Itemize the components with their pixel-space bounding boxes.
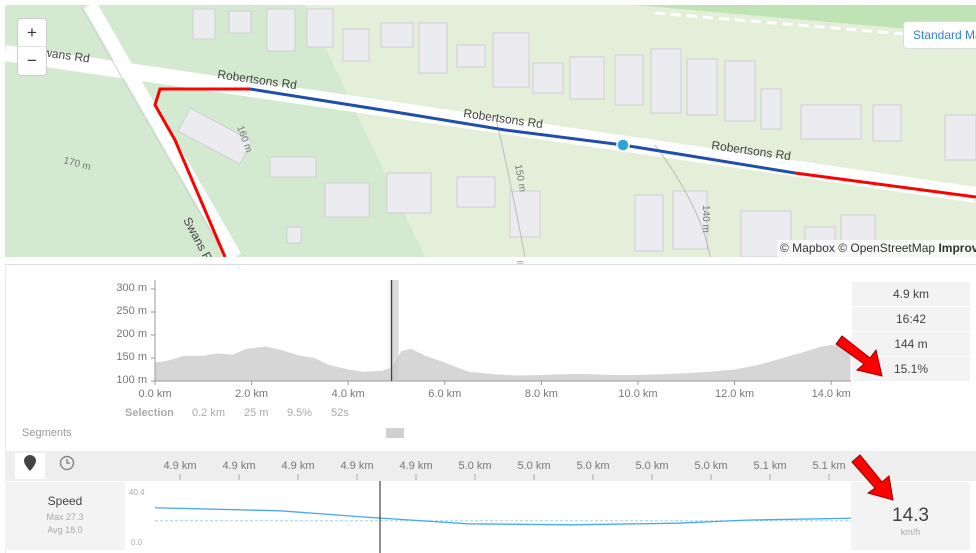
x-tick-label: 12.0 km bbox=[715, 388, 755, 400]
x-tick-label: 10.0 km bbox=[618, 388, 658, 400]
km-tick-label: 5.0 km bbox=[576, 460, 610, 472]
km-tick-label: 4.9 km bbox=[222, 460, 256, 472]
selection-band[interactable] bbox=[389, 280, 399, 381]
km-tick-label: 4.9 km bbox=[281, 460, 315, 472]
speed-chart[interactable] bbox=[0, 481, 976, 553]
zoom-out-button[interactable]: − bbox=[18, 47, 46, 75]
km-tick-label: 4.9 km bbox=[340, 460, 374, 472]
x-tick-label: 14.0 km bbox=[811, 388, 851, 400]
y-tick-label: 250 m bbox=[116, 305, 147, 317]
map[interactable]: Swans Rd Robertsons Rd Robertsons Rd Rob… bbox=[5, 5, 976, 257]
map-canvas[interactable]: Swans Rd Robertsons Rd Robertsons Rd Rob… bbox=[5, 5, 976, 257]
selection-gain: 25 m bbox=[244, 407, 269, 419]
km-tick-label: 5.0 km bbox=[635, 460, 669, 472]
km-tick-label: 5.0 km bbox=[694, 460, 728, 472]
x-tick-label: 8.0 km bbox=[524, 388, 558, 400]
y-tick-label: 100 m bbox=[116, 374, 147, 386]
km-tick-label: 5.1 km bbox=[753, 460, 787, 472]
map-attribution: © Mapbox © OpenStreetMap Improve this ma… bbox=[777, 240, 976, 257]
speed-ymin: 0.0 bbox=[131, 538, 143, 547]
selection-grade: 9.5% bbox=[287, 407, 313, 419]
segment-marker[interactable] bbox=[386, 428, 404, 438]
attribution-text: © Mapbox © OpenStreetMap bbox=[780, 241, 936, 255]
y-tick-label: 150 m bbox=[116, 351, 147, 363]
speed-plot-bg bbox=[125, 482, 851, 548]
selection-distance: 0.2 km bbox=[192, 407, 226, 419]
x-tick-label: 0.0 km bbox=[138, 388, 172, 400]
segments-label: Segments bbox=[22, 427, 72, 439]
stat-value: 15.1% bbox=[852, 357, 970, 381]
x-tick-label: 2.0 km bbox=[235, 388, 269, 400]
selection-label: Selection bbox=[125, 407, 174, 419]
elevation-area bbox=[155, 345, 851, 381]
speed-value: 14.3 bbox=[892, 505, 929, 526]
resize-handle[interactable]: ═ bbox=[517, 257, 527, 267]
speed-current: 14.3 km/h bbox=[851, 482, 970, 550]
stat-value: 144 m bbox=[852, 332, 970, 356]
contour-label: 150 m bbox=[512, 164, 528, 193]
km-tick-label: 4.9 km bbox=[163, 460, 197, 472]
km-tick-label: 5.1 km bbox=[812, 460, 846, 472]
km-tick-label: 5.0 km bbox=[517, 460, 551, 472]
speed-unit: km/h bbox=[900, 527, 921, 537]
km-tick-label: 4.9 km bbox=[399, 460, 433, 472]
divider bbox=[5, 264, 976, 265]
zoom-in-button[interactable]: + bbox=[18, 19, 46, 47]
improve-map-link[interactable]: Improve this map bbox=[938, 241, 976, 255]
zoom-control: + − bbox=[17, 18, 47, 76]
stat-value: 16:42 bbox=[852, 307, 970, 331]
y-tick-label: 300 m bbox=[116, 282, 147, 294]
x-tick-label: 6.0 km bbox=[428, 388, 462, 400]
map-style-button[interactable]: Standard Map bbox=[903, 21, 976, 49]
selection-time: 52s bbox=[331, 407, 349, 419]
km-tick-label: 5.0 km bbox=[458, 460, 492, 472]
contour-label: 140 m bbox=[700, 205, 711, 233]
x-tick-label: 4.0 km bbox=[331, 388, 365, 400]
stat-value: 4.9 km bbox=[852, 282, 970, 306]
y-tick-label: 200 m bbox=[116, 328, 147, 340]
position-marker[interactable] bbox=[616, 138, 630, 152]
speed-ymax: 40.4 bbox=[129, 488, 145, 497]
